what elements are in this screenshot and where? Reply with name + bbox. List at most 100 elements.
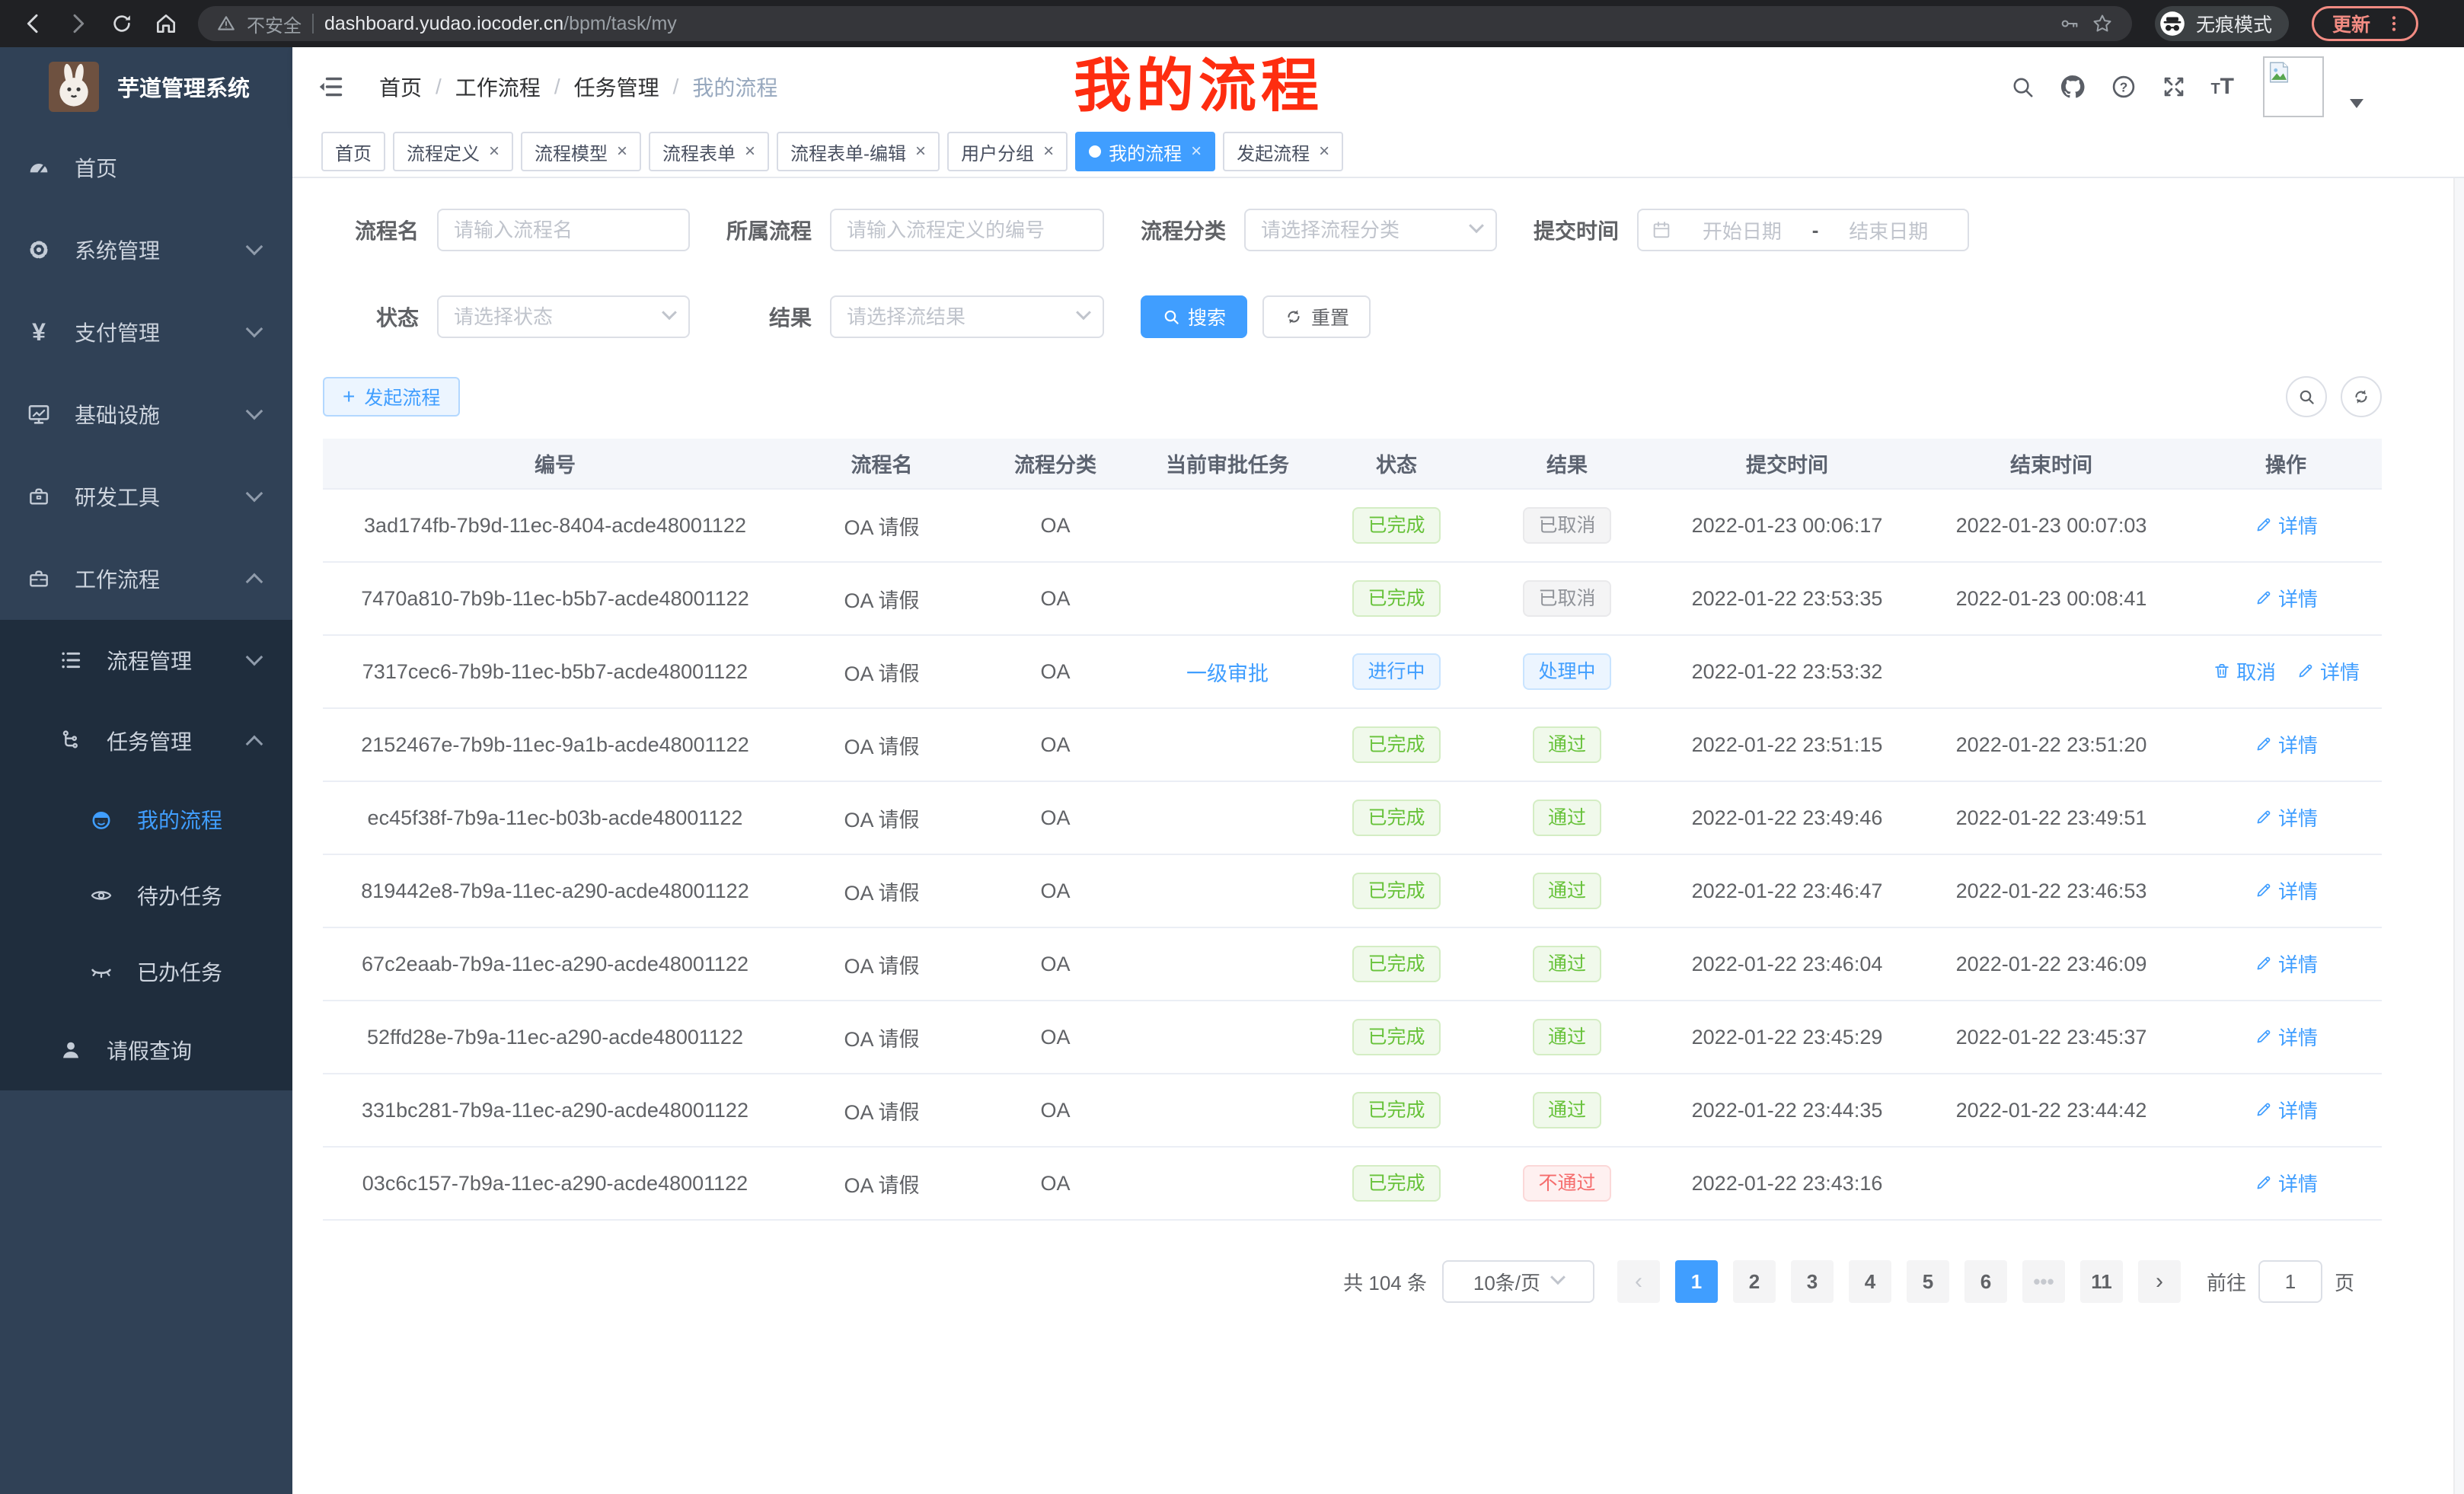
end-date-placeholder[interactable]: 结束日期 [1821, 216, 1955, 244]
status-value[interactable] [437, 295, 690, 338]
reset-button[interactable]: 重置 [1262, 295, 1371, 338]
toggle-search-button[interactable] [2286, 376, 2327, 417]
page-button-6[interactable]: 6 [1964, 1260, 2007, 1303]
page-button-4[interactable]: 4 [1849, 1260, 1891, 1303]
page-button-3[interactable]: 3 [1791, 1260, 1834, 1303]
font-size-icon[interactable]: TT [2210, 75, 2234, 98]
process-definition-input[interactable] [830, 209, 1104, 251]
close-icon[interactable]: × [1319, 142, 1329, 161]
detail-link[interactable]: 详情 [2254, 584, 2318, 612]
refresh-table-button[interactable] [2341, 376, 2382, 417]
detail-link[interactable]: 详情 [2254, 1096, 2318, 1124]
result-badge: 通过 [1533, 800, 1601, 836]
sidebar-item-home[interactable]: 首页 [0, 126, 292, 209]
detail-link[interactable]: 详情 [2296, 657, 2360, 685]
breadcrumb-item-1[interactable]: 工作流程 [455, 72, 541, 102]
sidebar-item-system-manage[interactable]: 系统管理 [0, 209, 292, 291]
sidebar-item-task-manage[interactable]: 任务管理 [0, 701, 292, 781]
close-icon[interactable]: × [745, 142, 755, 161]
sidebar-collapse-icon[interactable] [315, 72, 346, 102]
detail-link[interactable]: 详情 [2254, 730, 2318, 758]
prev-page-button[interactable]: ‹ [1617, 1260, 1660, 1303]
scrollbar[interactable] [2453, 47, 2464, 1494]
more-pages-button[interactable]: ••• [2022, 1260, 2065, 1303]
browser-update-button[interactable]: 更新 [2312, 6, 2418, 41]
incognito-label: 无痕模式 [2196, 10, 2272, 37]
github-icon[interactable] [2058, 72, 2087, 101]
close-icon[interactable]: × [915, 142, 926, 161]
search-button[interactable]: 搜索 [1141, 295, 1247, 338]
breadcrumb-item-2[interactable]: 任务管理 [574, 72, 659, 102]
cancel-link[interactable]: 取消 [2212, 657, 2276, 685]
detail-link[interactable]: 详情 [2254, 1023, 2318, 1051]
sidebar-item-payment-manage[interactable]: ¥支付管理 [0, 291, 292, 373]
goto-page-input[interactable] [2258, 1260, 2322, 1303]
result-value[interactable] [830, 295, 1104, 338]
avatar[interactable] [2263, 56, 2324, 117]
fullscreen-icon[interactable] [2160, 73, 2188, 101]
close-icon[interactable]: × [617, 142, 627, 161]
result-badge: 通过 [1533, 873, 1601, 909]
detail-link[interactable]: 详情 [2254, 511, 2318, 539]
page-button-2[interactable]: 2 [1733, 1260, 1776, 1303]
tab-user-group[interactable]: 用户分组× [947, 132, 1068, 171]
search-icon[interactable] [2009, 74, 2035, 100]
page-button-1[interactable]: 1 [1675, 1260, 1718, 1303]
detail-link[interactable]: 详情 [2254, 950, 2318, 978]
tab-process-form-edit[interactable]: 流程表单-编辑× [777, 132, 940, 171]
tab-process-model[interactable]: 流程模型 × [521, 132, 641, 171]
sidebar-item-done-task[interactable]: 已办任务 [0, 934, 292, 1010]
column-header-0: 编号 [323, 439, 787, 489]
sidebar-item-todo-task[interactable]: 待办任务 [0, 857, 292, 934]
sidebar-logo-row[interactable]: 芋道管理系统 [0, 47, 292, 126]
cell-status: 已完成 [1320, 489, 1473, 562]
tab-home[interactable]: 首页 [321, 132, 385, 171]
close-icon[interactable]: × [1043, 142, 1054, 161]
cell-submit-time: 2022-01-22 23:53:35 [1661, 562, 1913, 635]
detail-link[interactable]: 详情 [2254, 876, 2318, 905]
user-menu-caret-icon[interactable] [2350, 99, 2363, 108]
kebab-menu-icon[interactable] [2384, 14, 2404, 34]
tab-label: 流程模型 [535, 139, 608, 165]
tab-process-form[interactable]: 流程表单× [649, 132, 769, 171]
next-page-button[interactable]: › [2138, 1260, 2181, 1303]
sidebar-item-dev-tools[interactable]: 研发工具 [0, 455, 292, 538]
submit-time-range-picker[interactable]: 开始日期 - 结束日期 [1637, 209, 1969, 251]
sidebar-item-process-manage[interactable]: 流程管理 [0, 620, 292, 701]
sidebar-item-my-process[interactable]: 我的流程 [0, 781, 292, 857]
close-icon[interactable]: × [489, 142, 500, 161]
browser-forward-icon[interactable] [59, 5, 96, 42]
key-icon[interactable] [2059, 13, 2080, 34]
page-button-5[interactable]: 5 [1907, 1260, 1949, 1303]
sidebar-item-workflow[interactable]: 工作流程 [0, 538, 292, 620]
process-name-input[interactable] [437, 209, 690, 251]
page-button-11[interactable]: 11 [2080, 1260, 2123, 1303]
detail-link[interactable]: 详情 [2254, 1169, 2318, 1197]
process-category-select[interactable] [1244, 209, 1497, 251]
cell-result: 处理中 [1473, 635, 1661, 708]
sidebar-item-infrastructure[interactable]: 基础设施 [0, 373, 292, 455]
address-bar[interactable]: 不安全 dashboard.yudao.iocoder.cn/bpm/task/… [198, 6, 2132, 41]
update-label: 更新 [2332, 10, 2370, 37]
close-icon[interactable]: × [1191, 142, 1202, 161]
breadcrumb-item-0[interactable]: 首页 [379, 72, 422, 102]
start-process-button[interactable]: + 发起流程 [323, 377, 460, 417]
browser-reload-icon[interactable] [104, 5, 140, 42]
detail-link[interactable]: 详情 [2254, 803, 2318, 832]
start-date-placeholder[interactable]: 开始日期 [1675, 216, 1809, 244]
status-select[interactable] [437, 295, 690, 338]
edit-icon [2254, 953, 2274, 973]
browser-home-icon[interactable] [148, 5, 184, 42]
sidebar-item-leave-query[interactable]: 请假查询 [0, 1010, 292, 1090]
page-size-select[interactable]: 10条/页 [1442, 1260, 1594, 1303]
tab-my-process[interactable]: 我的流程× [1075, 132, 1215, 171]
help-icon[interactable]: ? [2110, 73, 2137, 101]
bookmark-star-icon[interactable] [2091, 12, 2114, 35]
current-task-link[interactable]: 一级审批 [1186, 662, 1269, 685]
tab-process-definition[interactable]: 流程定义× [393, 132, 513, 171]
result-select[interactable] [830, 295, 1104, 338]
chevron-down-icon [246, 238, 263, 256]
tab-start-process[interactable]: 发起流程× [1223, 132, 1343, 171]
browser-back-icon[interactable] [15, 5, 52, 42]
process-category-value[interactable] [1244, 209, 1497, 251]
